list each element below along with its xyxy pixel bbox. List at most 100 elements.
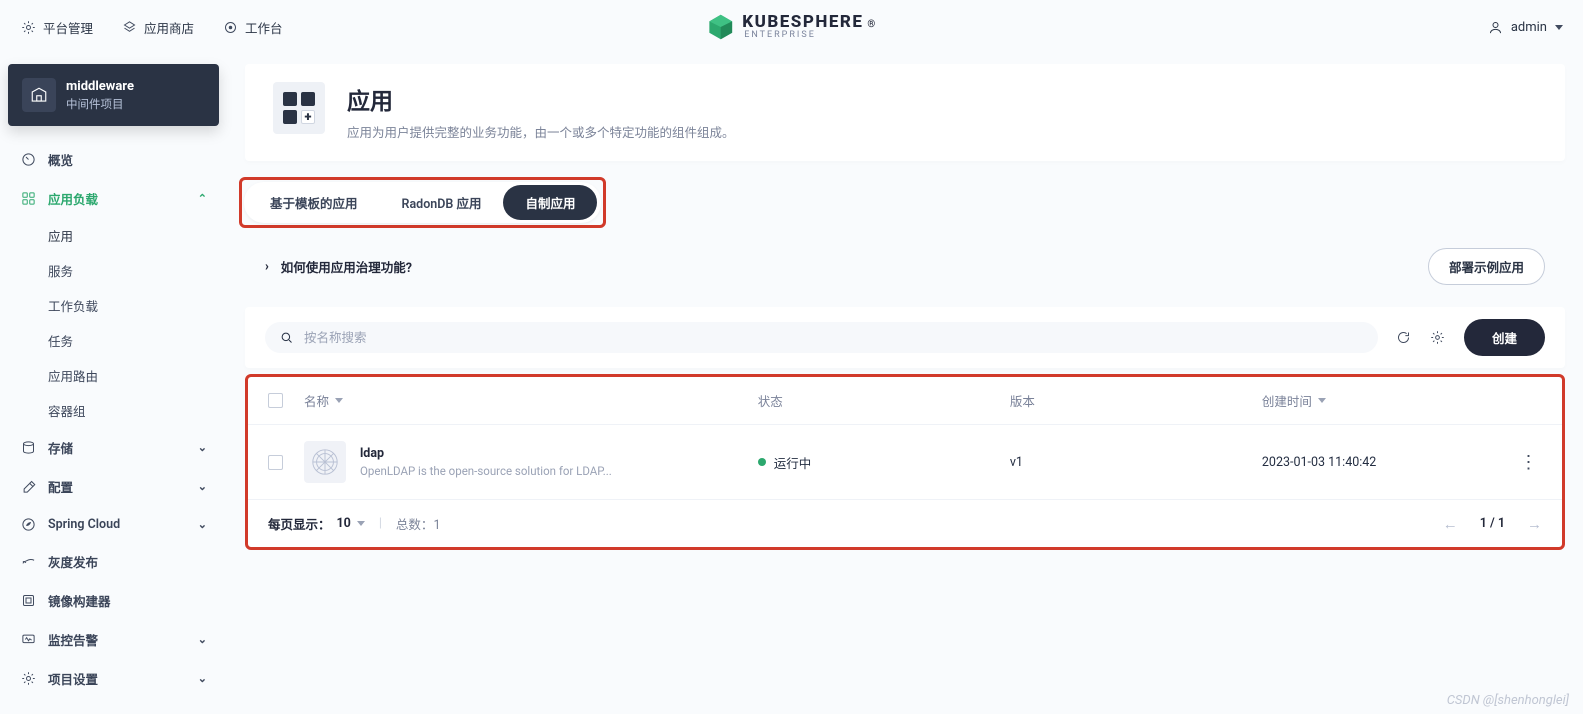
- nav-sub-ingress[interactable]: 应用路由: [30, 358, 227, 393]
- nav-overview[interactable]: 概览: [0, 140, 227, 179]
- table-row[interactable]: ldap OpenLDAP is the open-source solutio…: [248, 425, 1562, 499]
- project-name: middleware: [66, 79, 134, 94]
- nav-workloads[interactable]: 应用负载 ⌃: [0, 179, 227, 218]
- app-icon: [304, 441, 346, 483]
- nav: 概览 应用负载 ⌃ 应用 服务 工作负载 任务 应用路由 容器组 存储 ⌄ 配置…: [0, 140, 227, 698]
- nav-image-label: 镜像构建器: [48, 591, 111, 610]
- top-bar: 平台管理 应用商店 工作台 KUBESPHERE® ENTERPRISE adm…: [0, 0, 1583, 54]
- page-next[interactable]: →: [1527, 515, 1542, 533]
- logo-reg: ®: [867, 20, 876, 30]
- apps-icon: [20, 191, 36, 207]
- watermark: CSDN @[shenhonglei]: [1447, 693, 1569, 708]
- nav-sub-pod[interactable]: 容器组: [30, 393, 227, 428]
- nav-spring[interactable]: Spring Cloud ⌄: [0, 506, 227, 542]
- col-time-label: 创建时间: [1262, 391, 1312, 410]
- refresh-icon[interactable]: [1396, 330, 1412, 346]
- gear-icon: [20, 19, 36, 35]
- nav-monitor[interactable]: 监控告警 ⌄: [0, 620, 227, 659]
- create-button[interactable]: 创建: [1464, 319, 1545, 356]
- top-nav: 平台管理 应用商店 工作台: [20, 18, 283, 37]
- search-input[interactable]: [304, 331, 1364, 345]
- user-menu[interactable]: admin: [1488, 20, 1563, 35]
- main-content: + 应用 应用为用户提供完整的业务功能，由一个或多个特定功能的组件组成。 基于模…: [227, 54, 1583, 714]
- logo-text-wrap: KUBESPHERE® ENTERPRISE: [742, 14, 877, 40]
- nav-workloads-sub: 应用 服务 工作负载 任务 应用路由 容器组: [0, 218, 227, 428]
- table-highlight: 名称 状态 版本 创建时间 ldap OpenLDAP is the open-…: [245, 374, 1565, 550]
- nav-appstore-label: 应用商店: [144, 18, 194, 37]
- page-header: + 应用 应用为用户提供完整的业务功能，由一个或多个特定功能的组件组成。: [245, 64, 1565, 161]
- col-version: 版本: [1010, 391, 1262, 410]
- tab-custom[interactable]: 自制应用: [503, 185, 597, 220]
- caret-down-icon: [1555, 25, 1563, 30]
- project-sub: 中间件项目: [66, 96, 134, 112]
- spring-icon: [20, 516, 36, 532]
- search-box[interactable]: [265, 322, 1378, 353]
- sort-icon: [335, 398, 343, 403]
- tab-radondb[interactable]: RadonDB 应用: [380, 185, 504, 220]
- nav-sub-app[interactable]: 应用: [30, 218, 227, 253]
- nav-storage[interactable]: 存储 ⌄: [0, 428, 227, 467]
- nav-config-label: 配置: [48, 477, 73, 496]
- chevron-down-icon: ⌄: [198, 480, 207, 493]
- nav-image[interactable]: 镜像构建器: [0, 581, 227, 620]
- nav-spring-label: Spring Cloud: [48, 517, 120, 532]
- per-page-label: 每页显示：: [268, 514, 331, 533]
- total-label: 总数：: [396, 518, 434, 533]
- per-page-selector[interactable]: 每页显示： 10: [268, 514, 365, 533]
- nav-platform[interactable]: 平台管理: [20, 18, 93, 37]
- help-link-text: 如何使用应用治理功能?: [281, 257, 412, 276]
- nav-sub-workload[interactable]: 工作负载: [30, 288, 227, 323]
- nav-sub-service[interactable]: 服务: [30, 253, 227, 288]
- image-icon: [20, 593, 36, 609]
- settings-cog-icon[interactable]: [1430, 330, 1446, 346]
- chevron-down-icon: ⌄: [198, 518, 207, 531]
- nav-platform-label: 平台管理: [43, 18, 93, 37]
- gray-icon: [20, 554, 36, 570]
- help-link[interactable]: › 如何使用应用治理功能?: [265, 257, 412, 276]
- col-status: 状态: [758, 391, 1010, 410]
- nav-settings-label: 项目设置: [48, 669, 98, 688]
- page-desc: 应用为用户提供完整的业务功能，由一个或多个特定功能的组件组成。: [347, 122, 735, 141]
- checkbox-row[interactable]: [268, 455, 283, 470]
- table-header: 名称 状态 版本 创建时间: [248, 377, 1562, 425]
- row-time: 2023-01-03 11:40:42: [1262, 455, 1514, 470]
- sidebar: middleware 中间件项目 概览 应用负载 ⌃ 应用 服务 工作负载 任务…: [0, 54, 227, 714]
- nav-settings[interactable]: 项目设置 ⌄: [0, 659, 227, 698]
- logo[interactable]: KUBESPHERE® ENTERPRISE: [706, 13, 877, 41]
- status-dot-icon: [758, 458, 766, 466]
- col-name[interactable]: 名称: [304, 391, 758, 410]
- nav-workloads-label: 应用负载: [48, 189, 98, 208]
- nav-sub-job[interactable]: 任务: [30, 323, 227, 358]
- logo-text: KUBESPHERE: [742, 14, 863, 31]
- dashboard-icon: [20, 152, 36, 168]
- row-desc: OpenLDAP is the open-source solution for…: [360, 464, 612, 478]
- nav-config[interactable]: 配置 ⌄: [0, 467, 227, 506]
- nav-workbench[interactable]: 工作台: [222, 18, 283, 37]
- nav-gray[interactable]: 灰度发布: [0, 542, 227, 581]
- checkbox-all[interactable]: [268, 393, 283, 408]
- row-actions[interactable]: ⋮: [1514, 452, 1542, 473]
- tabs-highlight: 基于模板的应用 RadonDB 应用 自制应用: [239, 177, 606, 228]
- nav-appstore[interactable]: 应用商店: [121, 18, 194, 37]
- project-card[interactable]: middleware 中间件项目: [8, 64, 219, 126]
- user-name: admin: [1511, 20, 1547, 35]
- nav-storage-label: 存储: [48, 438, 73, 457]
- row-version: v1: [1010, 455, 1262, 470]
- tabs: 基于模板的应用 RadonDB 应用 自制应用: [244, 182, 601, 223]
- user-icon: [1488, 20, 1503, 35]
- caret-down-icon: [357, 521, 365, 526]
- chevron-down-icon: ⌄: [198, 672, 207, 685]
- nav-overview-label: 概览: [48, 150, 73, 169]
- chevron-down-icon: ⌄: [198, 633, 207, 646]
- col-name-label: 名称: [304, 391, 329, 410]
- search-icon: [279, 330, 294, 345]
- total-value: 1: [433, 518, 440, 533]
- tab-template[interactable]: 基于模板的应用: [248, 185, 380, 220]
- deploy-sample-button[interactable]: 部署示例应用: [1428, 248, 1545, 285]
- nav-monitor-label: 监控告警: [48, 630, 98, 649]
- help-row: › 如何使用应用治理功能? 部署示例应用: [245, 238, 1565, 295]
- row-status: 运行中: [774, 453, 812, 472]
- col-time[interactable]: 创建时间: [1262, 391, 1514, 410]
- page-prev[interactable]: ←: [1443, 515, 1458, 533]
- page-title: 应用: [347, 82, 735, 116]
